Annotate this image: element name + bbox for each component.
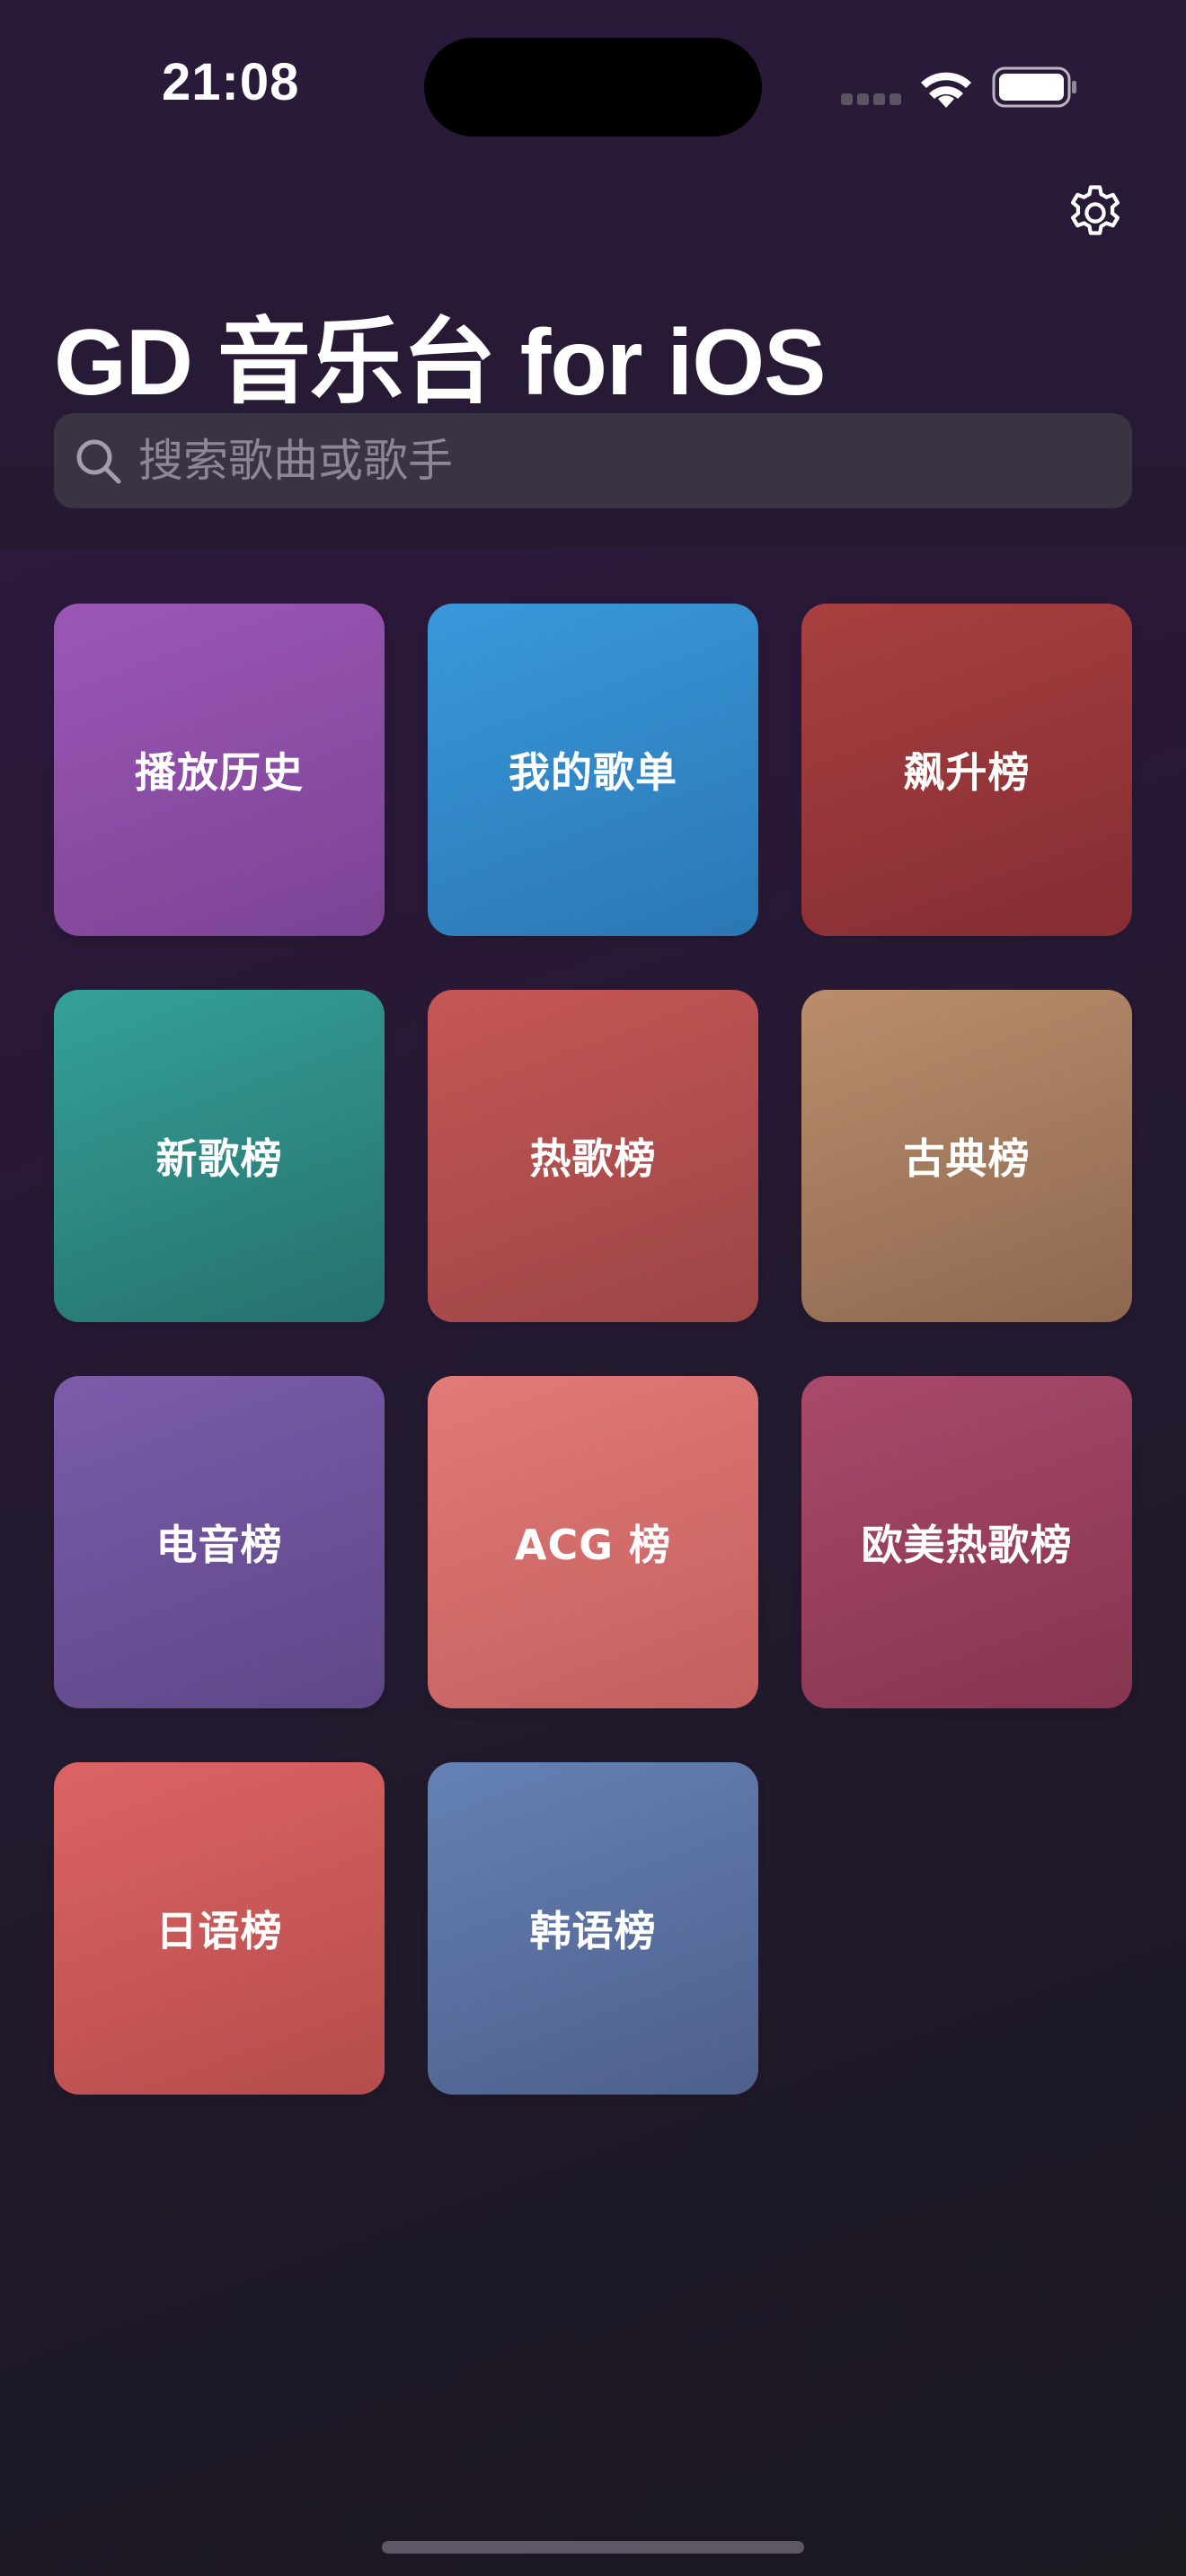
tile-label: 新歌榜 [155,1134,283,1183]
category-grid: 播放历史 我的歌单 飙升榜 新歌榜 热歌榜 古典榜 电音榜 ACG 榜 欧美热歌… [54,604,1132,2095]
tile-label: 播放历史 [135,748,304,797]
tile-new-songs-chart[interactable]: 新歌榜 [54,990,385,1322]
dynamic-island [424,38,762,137]
search-input[interactable] [138,413,1109,508]
battery-icon [992,66,1076,108]
tile-western-hot-chart[interactable]: 欧美热歌榜 [801,1376,1132,1708]
settings-button[interactable] [1060,178,1130,248]
tile-label: 热歌榜 [529,1134,657,1183]
tile-classical-chart[interactable]: 古典榜 [801,990,1132,1322]
page-title: GD 音乐台 for iOS [54,311,826,415]
status-time: 21:08 [162,53,300,111]
tile-label: 古典榜 [903,1134,1031,1183]
tile-label: 日语榜 [155,1907,283,1955]
status-bar: 21:08 [0,0,1186,171]
home-indicator [382,2541,804,2554]
tile-label: 电音榜 [155,1521,283,1569]
wifi-icon [921,72,971,108]
tile-acg-chart[interactable]: ACG 榜 [428,1376,758,1708]
cellular-signal-icon [841,93,904,106]
gear-icon [1071,185,1120,235]
tile-label: 欧美热歌榜 [861,1521,1073,1569]
tile-korean-chart[interactable]: 韩语榜 [428,1762,758,2095]
tile-rising-chart[interactable]: 飙升榜 [801,604,1132,936]
tile-label: 我的歌单 [509,748,677,797]
tile-japanese-chart[interactable]: 日语榜 [54,1762,385,2095]
tile-label: ACG 榜 [514,1521,672,1569]
tile-my-playlists[interactable]: 我的歌单 [428,604,758,936]
tile-label: 飙升榜 [903,748,1031,797]
tile-label: 韩语榜 [529,1907,657,1955]
tile-hot-songs-chart[interactable]: 热歌榜 [428,990,758,1322]
tile-play-history[interactable]: 播放历史 [54,604,385,936]
search-icon [76,439,121,484]
search-bar[interactable] [54,413,1132,508]
tile-electronic-chart[interactable]: 电音榜 [54,1376,385,1708]
